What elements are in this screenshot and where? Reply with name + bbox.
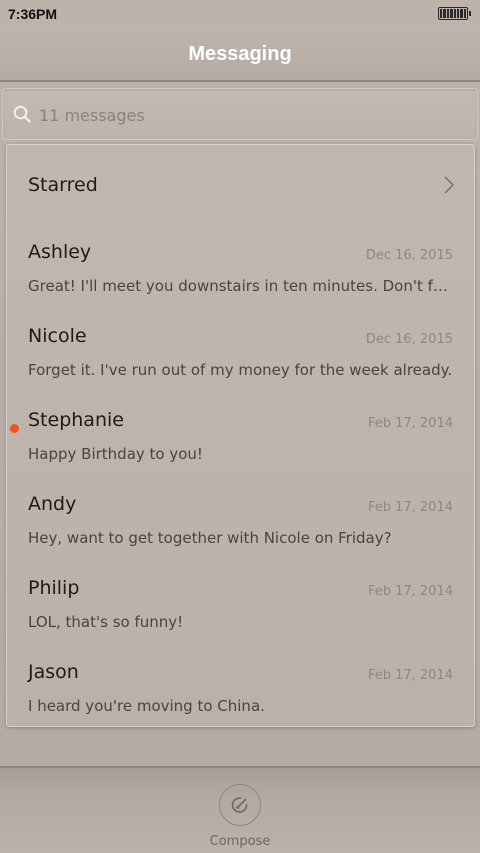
- message-preview: I heard you're moving to China.: [28, 697, 265, 715]
- message-item[interactable]: Ashley Dec 16, 2015 Great! I'll meet you…: [7, 225, 474, 309]
- message-list: Starred Ashley Dec 16, 2015 Great! I'll …: [6, 144, 475, 727]
- message-sender: Jason: [28, 661, 79, 683]
- message-date: Dec 16, 2015: [365, 332, 453, 347]
- message-sender: Stephanie: [28, 409, 124, 431]
- message-item[interactable]: Nicole Dec 16, 2015 Forget it. I've run …: [7, 309, 474, 393]
- page-title: Messaging: [188, 42, 292, 65]
- search-input[interactable]: [39, 101, 459, 129]
- message-item[interactable]: Andy Feb 17, 2014 Hey, want to get toget…: [7, 477, 474, 561]
- message-item[interactable]: Philip Feb 17, 2014 LOL, that's so funny…: [7, 561, 474, 645]
- compose-label: Compose: [209, 834, 271, 849]
- search-icon: [13, 105, 31, 123]
- status-bar: 7:36PM: [0, 0, 480, 28]
- search-bar[interactable]: [2, 88, 478, 140]
- message-date: Feb 17, 2014: [367, 500, 453, 515]
- message-date: Feb 17, 2014: [367, 416, 453, 431]
- message-item[interactable]: Stephanie Feb 17, 2014 Happy Birthday to…: [7, 393, 474, 477]
- message-item[interactable]: Jason Feb 17, 2014 I heard you're moving…: [7, 645, 474, 729]
- message-preview: Great! I'll meet you downstairs in ten m…: [28, 277, 453, 295]
- starred-label: Starred: [28, 174, 98, 196]
- compose-pencil-icon: [231, 797, 248, 813]
- battery-icon: [438, 7, 471, 20]
- compose-button[interactable]: Compose: [200, 778, 280, 853]
- title-bar: Messaging: [0, 28, 480, 82]
- message-date: Feb 17, 2014: [367, 668, 453, 683]
- status-time: 7:36PM: [8, 6, 58, 22]
- compose-circle: [219, 784, 261, 826]
- message-sender: Nicole: [28, 325, 87, 347]
- message-sender: Ashley: [28, 241, 92, 263]
- bottom-toolbar: Compose: [0, 766, 480, 853]
- message-sender: Andy: [28, 493, 77, 515]
- message-sender: Philip: [28, 577, 80, 599]
- message-date: Feb 17, 2014: [367, 584, 453, 599]
- unread-indicator: [10, 424, 19, 433]
- starred-folder[interactable]: Starred: [7, 145, 474, 225]
- chevron-right-icon: [444, 176, 455, 194]
- message-preview: LOL, that's so funny!: [28, 613, 184, 631]
- message-preview: Happy Birthday to you!: [28, 445, 203, 463]
- message-date: Dec 16, 2015: [365, 248, 453, 263]
- message-preview: Hey, want to get together with Nicole on…: [28, 529, 392, 547]
- message-preview: Forget it. I've run out of my money for …: [28, 361, 453, 379]
